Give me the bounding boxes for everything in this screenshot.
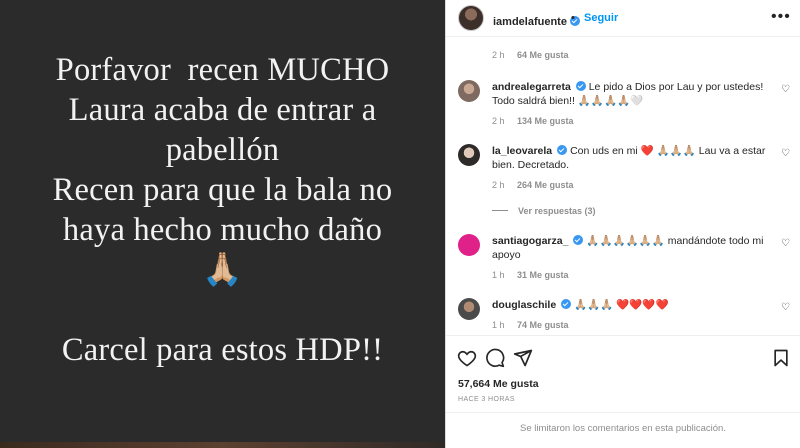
story-line	[0, 290, 445, 330]
comment-username[interactable]: la_leovarela	[492, 145, 552, 157]
comment-time: 1 h	[492, 270, 505, 280]
avatar[interactable]	[458, 298, 480, 320]
post-likes-count[interactable]: 57,664 Me gusta	[458, 378, 539, 390]
separator-dot: •	[571, 12, 575, 24]
praying-hands-emoji: 🙏🏼	[202, 252, 243, 288]
comment-likes[interactable]: 264 Me gusta	[517, 180, 574, 190]
bookmark-save-icon[interactable]	[771, 348, 791, 368]
comment-likes[interactable]: 134 Me gusta	[517, 116, 574, 126]
post-panel: iamdelafuente • Seguir ••• 2 h 64 Me gus…	[445, 0, 800, 448]
avatar[interactable]	[458, 234, 480, 256]
comment-time: 2 h	[492, 50, 505, 60]
comment-time: 2 h	[492, 180, 505, 190]
story-line: Laura acaba de entrar a	[68, 92, 377, 128]
comment-text: 🙏🏼🙏🏼🙏🏼 ❤️❤️❤️❤️	[574, 299, 669, 311]
verified-badge-icon	[573, 235, 584, 245]
avatar[interactable]	[458, 5, 484, 31]
share-paper-plane-icon[interactable]	[513, 348, 533, 368]
post-header: iamdelafuente • Seguir •••	[446, 0, 800, 37]
like-heart-icon[interactable]: ♡	[781, 84, 790, 95]
comment-username[interactable]: santiagogarza_	[492, 235, 568, 247]
author-username[interactable]: iamdelafuente	[493, 16, 567, 28]
comment-time: 2 h	[492, 116, 505, 126]
comment-username[interactable]: andrealegarreta	[492, 81, 571, 93]
story-line: haya hecho mucho daño	[62, 212, 383, 248]
story-line: pabellón	[165, 132, 280, 168]
more-horizontal-icon[interactable]: •••	[771, 9, 791, 25]
story-line: Porfavor recen MUCHO	[55, 52, 390, 88]
view-replies-link[interactable]: Ver respuestas (3)	[492, 206, 596, 216]
image-bottom-strip	[0, 442, 445, 448]
view-replies-label: Ver respuestas (3)	[518, 206, 596, 216]
story-line: Recen para que la bala no	[52, 172, 393, 208]
like-heart-icon[interactable]: ♡	[781, 238, 790, 249]
verified-badge-icon	[557, 145, 568, 155]
post-timestamp[interactable]: HACE 3 HORAS	[458, 396, 515, 403]
verified-badge-icon	[561, 299, 572, 309]
like-heart-icon[interactable]: ♡	[781, 148, 790, 159]
comment-bubble-icon[interactable]	[485, 348, 505, 368]
comments-limited-notice: Se limitaron los comentarios en esta pub…	[446, 412, 800, 448]
avatar[interactable]	[458, 144, 480, 166]
comment-likes[interactable]: 74 Me gusta	[517, 320, 569, 330]
comment-username[interactable]: douglaschile	[492, 299, 556, 311]
follow-button[interactable]: Seguir	[584, 12, 618, 24]
post-image[interactable]: Porfavor recen MUCHO Laura acaba de entr…	[0, 0, 445, 448]
avatar[interactable]	[458, 80, 480, 102]
replies-divider	[492, 210, 508, 211]
comment-likes[interactable]: 31 Me gusta	[517, 270, 569, 280]
story-text: Porfavor recen MUCHO Laura acaba de entr…	[0, 50, 445, 370]
story-line: Carcel para estos HDP!!	[61, 332, 384, 368]
action-bar	[446, 335, 800, 375]
like-heart-icon[interactable]	[457, 348, 477, 368]
comment-likes[interactable]: 64 Me gusta	[517, 50, 569, 60]
comment-time: 1 h	[492, 320, 505, 330]
like-heart-icon[interactable]: ♡	[781, 302, 790, 313]
verified-badge-icon	[575, 81, 586, 91]
